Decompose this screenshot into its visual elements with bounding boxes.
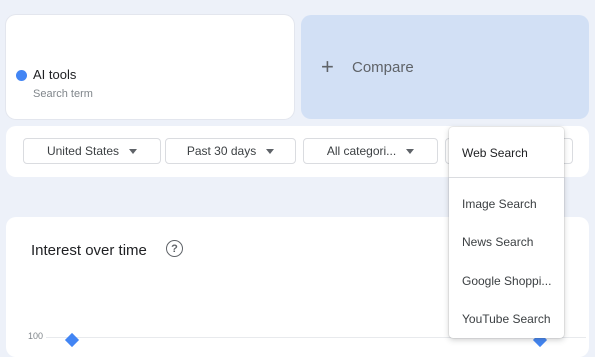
search-type-dropdown: Web Search Image Search News Search Goog… bbox=[449, 127, 564, 338]
search-term-card[interactable]: AI tools Search term bbox=[6, 15, 294, 119]
compare-card[interactable]: + Compare bbox=[301, 15, 589, 119]
dropdown-item-image-search[interactable]: Image Search bbox=[462, 197, 537, 211]
caret-down-icon bbox=[129, 148, 138, 154]
plus-icon: + bbox=[321, 54, 334, 79]
category-filter[interactable]: All categori... bbox=[303, 138, 438, 164]
dropdown-divider bbox=[449, 177, 564, 178]
time-filter[interactable]: Past 30 days bbox=[165, 138, 296, 164]
time-filter-label: Past 30 days bbox=[186, 144, 257, 158]
compare-label: Compare bbox=[352, 59, 414, 76]
region-filter[interactable]: United States bbox=[23, 138, 161, 164]
help-icon[interactable]: ? bbox=[166, 240, 183, 257]
search-term-name[interactable]: AI tools bbox=[33, 67, 76, 82]
dropdown-item-google-shopping[interactable]: Google Shoppi... bbox=[462, 274, 551, 288]
caret-down-icon bbox=[266, 148, 275, 154]
dropdown-selected-web-search[interactable]: Web Search bbox=[462, 146, 528, 160]
dropdown-item-news-search[interactable]: News Search bbox=[462, 235, 533, 249]
category-filter-label: All categori... bbox=[326, 144, 397, 158]
term-color-dot bbox=[16, 70, 27, 81]
y-axis-top-label: 100 bbox=[28, 331, 44, 341]
dropdown-item-youtube-search[interactable]: YouTube Search bbox=[462, 312, 551, 326]
chart-point[interactable] bbox=[64, 332, 80, 348]
chart-title: Interest over time bbox=[31, 242, 147, 259]
region-filter-label: United States bbox=[46, 144, 120, 158]
caret-down-icon bbox=[406, 148, 415, 154]
search-term-label: Search term bbox=[33, 88, 93, 100]
